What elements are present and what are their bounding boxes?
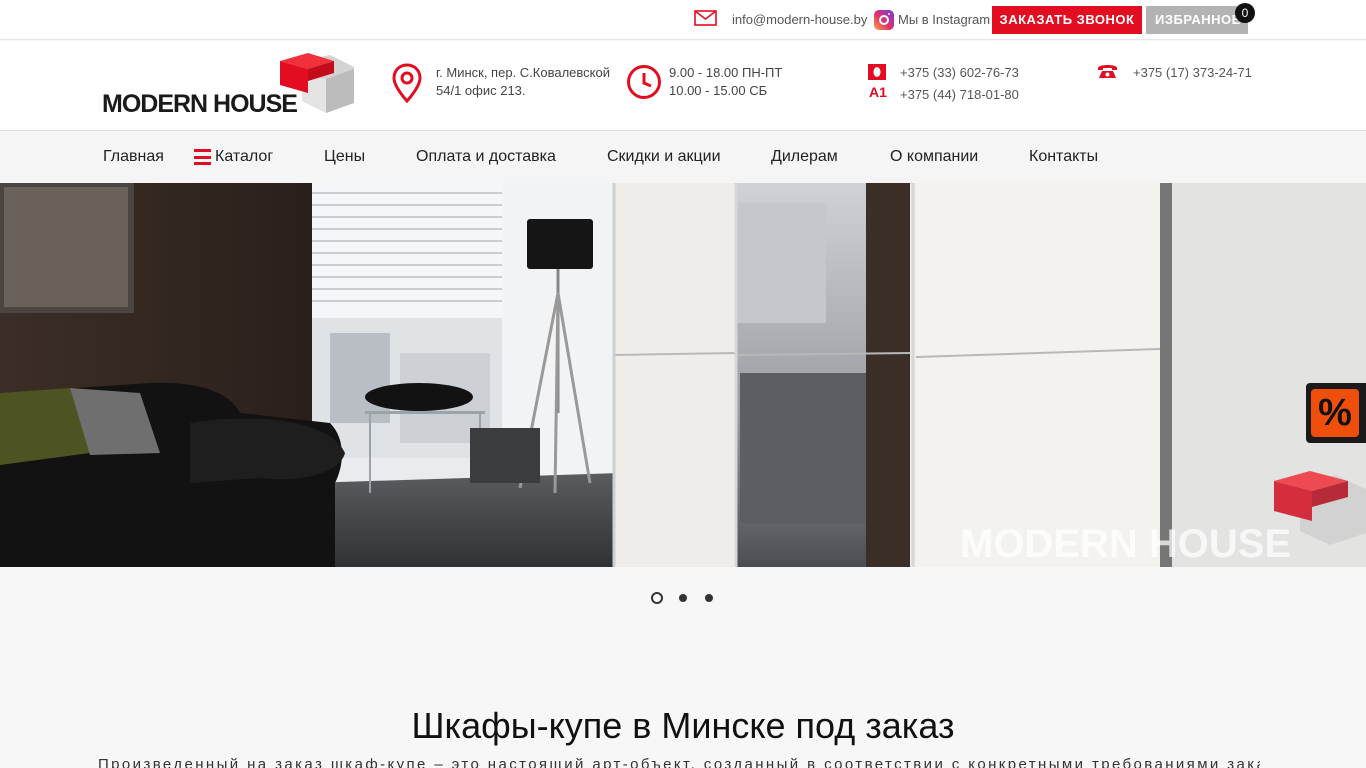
intro-text: Произведенный на заказ шкаф-купе – это н… xyxy=(98,756,1260,768)
address: г. Минск, пер. С.Ковалевской 54/1 офис 2… xyxy=(436,64,610,100)
nav-item-prices[interactable]: Цены xyxy=(324,148,365,166)
hero-image: MODERN HOUSE xyxy=(0,183,1366,567)
header: MODERN HOUSE г. Минск, пер. С.Ковалевско… xyxy=(0,41,1366,131)
order-call-button[interactable]: ЗАКАЗАТЬ ЗВОНОК xyxy=(992,6,1142,34)
a1-logo-icon: A1 xyxy=(869,84,887,100)
nav-item-contacts[interactable]: Контакты xyxy=(1029,148,1098,166)
mail-icon[interactable] xyxy=(694,10,717,26)
slider-dots xyxy=(650,592,720,604)
working-hours: 9.00 - 18.00 ПН-ПТ 10.00 - 15.00 СБ xyxy=(669,64,782,100)
nav-item-discounts[interactable]: Скидки и акции xyxy=(607,148,721,166)
catalog-menu-icon[interactable] xyxy=(194,149,211,165)
percent-icon: % xyxy=(1311,389,1359,437)
instagram-link[interactable]: Мы в Instagram xyxy=(898,12,990,27)
address-line-2: 54/1 офис 213. xyxy=(436,83,526,98)
address-line-1: г. Минск, пер. С.Ковалевской xyxy=(436,65,610,80)
logo-text: MODERN HOUSE xyxy=(102,90,298,118)
favorites-count-badge: 0 xyxy=(1235,3,1255,23)
email-link[interactable]: info@modern-house.by xyxy=(732,12,867,27)
promo-badge[interactable]: % xyxy=(1306,383,1366,443)
nav-item-payment-delivery[interactable]: Оплата и доставка xyxy=(416,148,556,166)
hero-watermark: MODERN HOUSE xyxy=(960,522,1291,566)
slider-dot-2[interactable] xyxy=(679,594,687,602)
instagram-icon[interactable] xyxy=(874,10,894,30)
logo-cube-icon xyxy=(280,53,354,113)
page-title: Шкафы-купе в Минске под заказ xyxy=(411,705,955,746)
nav-item-home[interactable]: Главная xyxy=(103,148,164,166)
top-bar: info@modern-house.by Мы в Instagram ЗАКА… xyxy=(0,0,1366,40)
location-pin-icon xyxy=(392,63,422,103)
favorites-button[interactable]: ИЗБРАННОЕ xyxy=(1146,6,1248,34)
telephone-icon xyxy=(1098,65,1117,78)
hero-slider[interactable]: MODERN HOUSE xyxy=(0,183,1366,567)
mts-logo-icon xyxy=(868,64,886,80)
clock-icon xyxy=(627,65,661,99)
logo[interactable]: MODERN HOUSE xyxy=(102,51,357,118)
nav-item-dealers[interactable]: Дилерам xyxy=(771,148,838,166)
slider-dot-3[interactable] xyxy=(705,594,713,602)
phone-city[interactable]: +375 (17) 373-24-71 xyxy=(1133,65,1252,80)
phone-mts[interactable]: +375 (33) 602-76-73 xyxy=(900,65,1019,80)
hours-weekdays: 9.00 - 18.00 ПН-ПТ xyxy=(669,65,783,80)
nav-item-catalog[interactable]: Каталог xyxy=(215,148,273,166)
hours-saturday: 10.00 - 15.00 СБ xyxy=(669,83,768,98)
slider-dot-1[interactable] xyxy=(651,592,663,604)
nav-item-about[interactable]: О компании xyxy=(890,148,978,166)
phone-a1[interactable]: +375 (44) 718-01-80 xyxy=(900,87,1019,102)
